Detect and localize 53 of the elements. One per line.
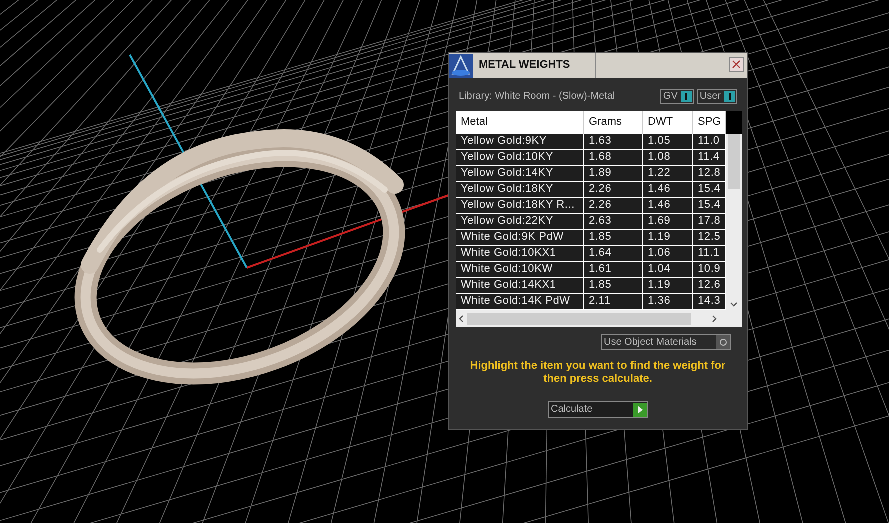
table-cell: 1.63 xyxy=(584,134,643,149)
table-cell: White Gold:10KW xyxy=(456,262,584,277)
table-cell: 1.46 xyxy=(643,198,693,213)
close-icon xyxy=(732,60,741,69)
toggle-switch[interactable]: User xyxy=(696,88,737,104)
instruction-text: Highlight the item you want to find the weight for then press calculate. xyxy=(469,360,727,386)
table-cell: 1.69 xyxy=(643,214,693,229)
table-cell: Yellow Gold:18KY xyxy=(456,182,584,197)
scale-icon xyxy=(449,54,473,78)
table-cell: 1.19 xyxy=(643,278,693,293)
table-cell: White Gold:14KX1 xyxy=(456,278,584,293)
table-cell: 2.63 xyxy=(584,214,643,229)
table-cell: 1.89 xyxy=(584,166,643,181)
table-cell: Yellow Gold:22KY xyxy=(456,214,584,229)
table-cell: White Gold:10KX1 xyxy=(456,246,584,261)
scrollbar-thumb[interactable] xyxy=(728,134,740,189)
toggle-label: Use Object Materials xyxy=(604,336,697,350)
table-cell: White Gold:14K PdW xyxy=(456,294,584,309)
scroll-down-icon[interactable] xyxy=(730,302,738,308)
table-cell: 1.68 xyxy=(584,150,643,165)
table-cell: Yellow Gold:18KY R... xyxy=(456,198,584,213)
table-cell: 1.22 xyxy=(643,166,693,181)
table-cell: Yellow Gold:10KY xyxy=(456,150,584,165)
table-cell: White Gold:9K PdW xyxy=(456,230,584,245)
table-cell: 2.26 xyxy=(584,182,643,197)
vertical-scrollbar[interactable] xyxy=(726,111,742,310)
close-button[interactable] xyxy=(729,57,744,72)
table-cell: 1.85 xyxy=(584,278,643,293)
table-cell: Yellow Gold:9KY xyxy=(456,134,584,149)
scroll-right-icon[interactable] xyxy=(712,314,718,322)
toggle-switch[interactable]: GV xyxy=(660,88,694,104)
table-cell: 1.46 xyxy=(643,182,693,197)
table-cell: 1.61 xyxy=(584,262,643,277)
table-cell: 2.11 xyxy=(584,294,643,309)
table-cell: Yellow Gold:14KY xyxy=(456,166,584,181)
table-cell: 1.85 xyxy=(584,230,643,245)
scrollbar-thumb[interactable] xyxy=(467,312,691,324)
table-cell: 1.64 xyxy=(584,246,643,261)
table-cell: 1.05 xyxy=(643,134,693,149)
table-cell: 2.26 xyxy=(584,198,643,213)
table-cell: 1.04 xyxy=(643,262,693,277)
library-label: Library: White Room - (Slow)-Metal xyxy=(459,90,616,104)
header-filler xyxy=(726,111,742,134)
table-cell: 1.08 xyxy=(643,150,693,165)
play-icon xyxy=(633,402,647,416)
table-cell: 1.06 xyxy=(643,246,693,261)
use-object-materials-toggle[interactable]: Use Object Materials xyxy=(601,334,731,350)
scroll-left-icon[interactable] xyxy=(458,314,464,322)
window-title: METAL WEIGHTS xyxy=(479,58,570,74)
calculate-button[interactable]: Calculate xyxy=(548,401,648,418)
horizontal-scrollbar[interactable] xyxy=(456,310,742,327)
table-cell: 1.19 xyxy=(643,230,693,245)
table-cell: 1.36 xyxy=(643,294,693,309)
